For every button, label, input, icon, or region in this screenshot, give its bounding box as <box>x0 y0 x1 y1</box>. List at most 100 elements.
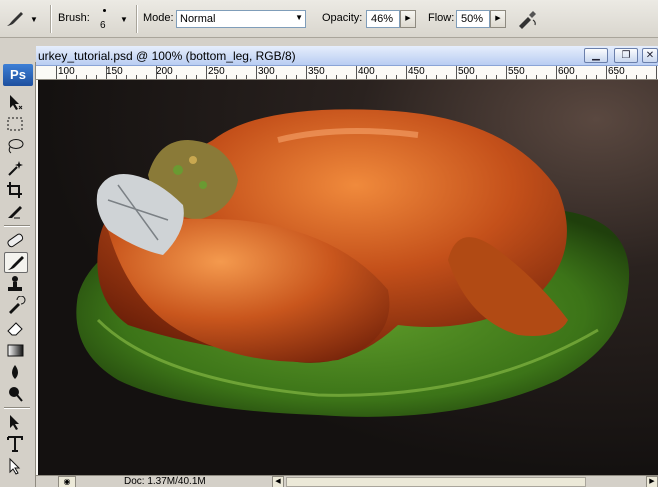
ruler-tick <box>156 66 157 79</box>
image-canvas[interactable] <box>38 80 658 475</box>
ruler-tick <box>326 75 327 79</box>
ruler-tick <box>386 75 387 79</box>
direct-selection-tool[interactable] <box>4 456 28 477</box>
marquee-tool[interactable] <box>4 114 28 135</box>
healing-brush-tool[interactable] <box>4 230 28 251</box>
ruler-tick <box>536 75 537 79</box>
ruler-tick <box>56 66 57 79</box>
ruler-tick <box>416 75 417 79</box>
options-bar: ▼ Brush: 6 ▼ Mode: Normal ▼ Opacity: 46%… <box>0 0 658 38</box>
ruler-tick <box>426 75 427 79</box>
ruler-tick <box>586 75 587 79</box>
ruler-tick <box>206 66 207 79</box>
ruler-tick <box>436 75 437 79</box>
scroll-left-button[interactable]: ◀ <box>272 476 284 487</box>
chevron-down-icon: ▼ <box>30 14 38 24</box>
ruler-tick <box>346 75 347 79</box>
scroll-thumb[interactable] <box>286 477 586 487</box>
clone-stamp-tool[interactable] <box>4 274 28 295</box>
marquee-icon <box>7 117 23 131</box>
toolbox: Ps <box>0 62 36 487</box>
opacity-input[interactable]: 46% <box>366 10 400 28</box>
lasso-tool[interactable] <box>4 136 28 157</box>
ruler-tick <box>506 66 507 79</box>
ruler-tick <box>516 75 517 79</box>
minimize-button[interactable]: ▁ <box>584 48 608 63</box>
ruler-tick <box>256 66 257 79</box>
brush-tip-icon <box>103 9 106 12</box>
ruler-tick <box>296 75 297 79</box>
divider <box>50 5 52 33</box>
turkey-artwork <box>76 109 630 417</box>
ruler-tick <box>96 75 97 79</box>
eraser-tool[interactable] <box>4 318 28 339</box>
move-arrow-icon <box>10 95 23 110</box>
document-window: urkey_tutorial.psd @ 100% (bottom_leg, R… <box>36 38 658 487</box>
crop-icon <box>7 182 22 198</box>
brush-picker[interactable]: 6 ▼ <box>96 6 132 34</box>
ruler-tick <box>366 75 367 79</box>
droplet-icon <box>12 365 18 379</box>
slice-tool[interactable] <box>4 202 28 223</box>
ruler-tick <box>116 75 117 79</box>
paintbrush-icon <box>8 256 24 270</box>
brush-tool[interactable] <box>4 252 28 273</box>
history-brush-tool[interactable] <box>4 295 28 317</box>
ruler-tick <box>86 75 87 79</box>
ruler-tick <box>406 66 407 79</box>
mode-select[interactable]: Normal ▼ <box>176 10 306 28</box>
horizontal-ruler[interactable]: 100 150 200 250 300 350 400 450 500 550 … <box>36 66 658 80</box>
lasso-icon <box>8 139 24 154</box>
ruler-tick <box>526 75 527 79</box>
status-bar: ◉ Doc: 1.37M/40.1M ◀ ▶ <box>36 475 658 487</box>
history-brush-icon <box>9 295 26 314</box>
airbrush-button[interactable] <box>514 8 540 30</box>
ruler-tick <box>166 75 167 79</box>
flow-slider-button[interactable]: ▶ <box>490 10 506 28</box>
divider <box>4 225 30 227</box>
ruler-tick <box>376 75 377 79</box>
tool-preset-picker[interactable]: ▼ <box>4 8 44 30</box>
opacity-slider-button[interactable]: ▶ <box>400 10 416 28</box>
ruler-tick <box>616 75 617 79</box>
ruler-tick <box>336 75 337 79</box>
path-selection-tool[interactable] <box>4 412 28 433</box>
brush-icon <box>7 12 23 26</box>
status-menu-button[interactable]: ◉ <box>58 476 76 487</box>
mode-label: Mode: <box>143 12 174 24</box>
blur-tool[interactable] <box>4 362 28 383</box>
ruler-tick <box>486 75 487 79</box>
dodge-tool[interactable] <box>4 384 28 405</box>
ruler-tick <box>226 75 227 79</box>
type-icon <box>7 436 23 452</box>
ruler-tick <box>146 75 147 79</box>
scroll-right-button[interactable]: ▶ <box>646 476 658 487</box>
ruler-tick <box>446 75 447 79</box>
document-title-bar[interactable]: urkey_tutorial.psd @ 100% (bottom_leg, R… <box>36 46 658 66</box>
type-tool[interactable] <box>4 434 28 455</box>
magic-wand-tool[interactable] <box>4 158 28 179</box>
divider <box>136 5 138 33</box>
close-button[interactable]: ✕ <box>642 48 658 63</box>
move-tool[interactable] <box>4 92 28 113</box>
ruler-tick <box>176 75 177 79</box>
ruler-tick <box>106 66 107 79</box>
ruler-tick <box>566 75 567 79</box>
ruler-tick <box>286 75 287 79</box>
dodge-icon <box>9 387 23 402</box>
ruler-tick <box>236 75 237 79</box>
ruler-tick <box>476 75 477 79</box>
maximize-button[interactable]: ❐ <box>614 48 638 63</box>
document-title: urkey_tutorial.psd @ 100% (bottom_leg, R… <box>38 49 296 63</box>
ruler-tick <box>266 75 267 79</box>
photoshop-logo[interactable]: Ps <box>3 64 33 86</box>
crop-tool[interactable] <box>4 180 28 201</box>
horizontal-scrollbar[interactable]: ◀ ▶ <box>272 476 658 487</box>
eraser-icon <box>7 322 23 336</box>
ruler-tick <box>246 75 247 79</box>
opacity-label: Opacity: <box>322 12 363 24</box>
ruler-tick <box>356 66 357 79</box>
gradient-tool[interactable] <box>4 340 28 361</box>
flow-input[interactable]: 50% <box>456 10 490 28</box>
ruler-tick <box>216 75 217 79</box>
